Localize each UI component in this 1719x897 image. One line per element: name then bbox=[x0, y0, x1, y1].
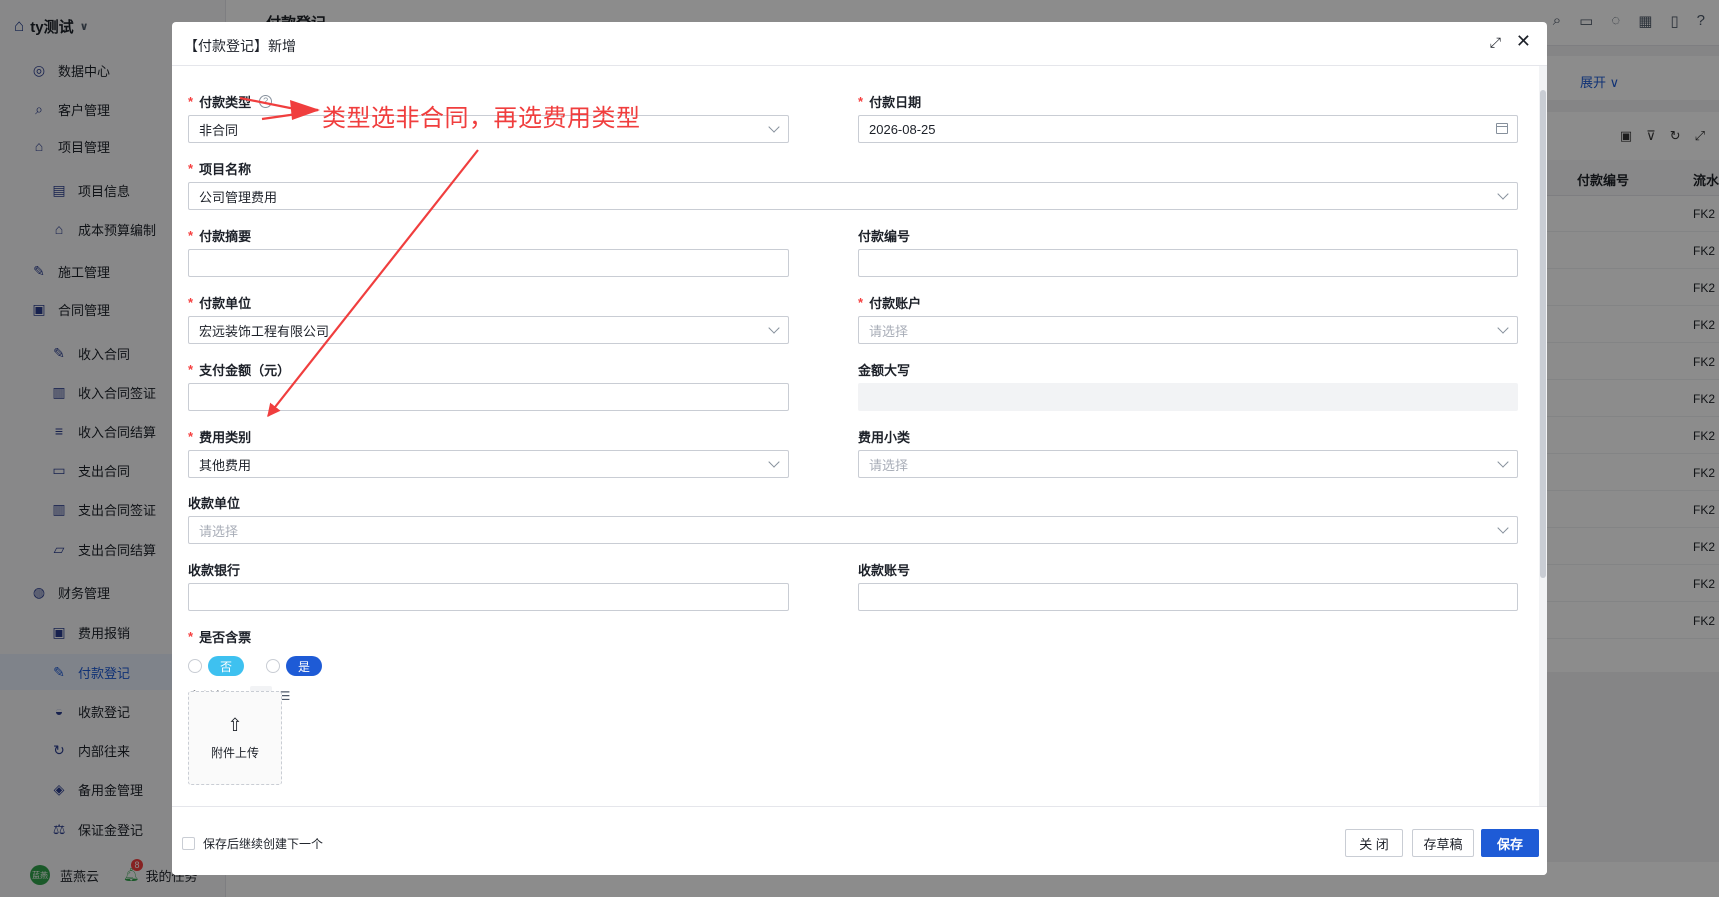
expense-category-label: * 费用类别 bbox=[188, 428, 252, 445]
radio-circle[interactable] bbox=[188, 659, 202, 673]
payee-bank-label: 收款银行 bbox=[188, 562, 241, 578]
amount-upper-label: 金额大写 bbox=[858, 362, 911, 378]
invoice-radio-yes[interactable]: 是 bbox=[266, 656, 323, 676]
dialog-title: 【付款登记】新增 bbox=[184, 38, 296, 54]
dialog-scrollbar-thumb[interactable] bbox=[1540, 90, 1546, 578]
payer-account-select[interactable]: 请选择 bbox=[858, 316, 1518, 344]
payer-unit-select[interactable]: 宏远装饰工程有限公司 bbox=[188, 316, 789, 344]
amount-input[interactable] bbox=[188, 383, 789, 411]
upload-label: 附件上传 bbox=[210, 746, 259, 760]
invoice-yes-tag[interactable]: 是 bbox=[286, 656, 323, 676]
project-name-select[interactable]: 公司管理费用 bbox=[188, 182, 1518, 210]
continue-create-label: 保存后继续创建下一个 bbox=[203, 837, 324, 851]
maximize-icon[interactable]: ⤢ bbox=[1490, 34, 1501, 51]
upload-icon: ⇧ bbox=[227, 715, 243, 735]
attachment-upload[interactable]: ⇧ 附件上传 bbox=[188, 691, 282, 785]
chevron-down-icon bbox=[1497, 322, 1509, 334]
expense-category-select[interactable]: 其他费用 bbox=[188, 450, 789, 478]
expense-subcategory-label: 费用小类 bbox=[858, 429, 911, 445]
close-button[interactable]: 关 闭 bbox=[1345, 829, 1403, 857]
payment-no-label: 付款编号 bbox=[858, 228, 911, 244]
payee-bank-input[interactable] bbox=[188, 583, 789, 611]
dialog-footer: 保存后继续创建下一个 关 闭 存草稿 保存 bbox=[172, 806, 1547, 875]
payment-no-input[interactable] bbox=[858, 249, 1518, 277]
question-icon[interactable]: ? bbox=[259, 94, 273, 108]
calendar-icon bbox=[1496, 123, 1508, 134]
payee-unit-label: 收款单位 bbox=[188, 495, 241, 511]
checkbox[interactable] bbox=[182, 837, 195, 850]
payment-date-label: * 付款日期 bbox=[858, 93, 922, 110]
payee-account-input[interactable] bbox=[858, 583, 1518, 611]
dialog-body: * 付款类型 ? 非合同 * 付款日期 2026-08-25 * 项目名称 公司管理费… bbox=[172, 66, 1547, 806]
includes-invoice-label: * 是否含票 bbox=[188, 628, 252, 645]
close-icon[interactable]: ✕ bbox=[1516, 32, 1531, 50]
save-button[interactable]: 保存 bbox=[1481, 829, 1539, 857]
chevron-down-icon bbox=[768, 456, 780, 468]
dialog-header: 【付款登记】新增 ⤢ ✕ bbox=[172, 22, 1547, 66]
chevron-down-icon bbox=[768, 322, 780, 334]
continue-create-checkbox[interactable]: 保存后继续创建下一个 bbox=[182, 835, 323, 852]
chevron-down-icon bbox=[1497, 456, 1509, 468]
invoice-no-tag[interactable]: 否 bbox=[208, 656, 245, 676]
payee-account-label: 收款账号 bbox=[858, 562, 911, 578]
chevron-down-icon bbox=[768, 121, 780, 133]
annotation-text: 类型选非合同，再选费用类型 bbox=[322, 105, 641, 132]
amount-upper-field bbox=[858, 383, 1518, 411]
payee-unit-select[interactable]: 请选择 bbox=[188, 516, 1518, 544]
payment-date-picker[interactable]: 2026-08-25 bbox=[858, 115, 1518, 143]
save-draft-button[interactable]: 存草稿 bbox=[1412, 829, 1474, 857]
payer-unit-label: * 付款单位 bbox=[188, 294, 252, 311]
invoice-radio-no[interactable]: 否 bbox=[188, 656, 245, 676]
payment-summary-input[interactable] bbox=[188, 249, 789, 277]
payment-type-label: * 付款类型 ? bbox=[188, 92, 273, 110]
radio-circle[interactable] bbox=[266, 659, 280, 673]
expense-subcategory-select[interactable]: 请选择 bbox=[858, 450, 1518, 478]
chevron-down-icon bbox=[1497, 522, 1509, 534]
project-name-label: * 项目名称 bbox=[188, 160, 252, 177]
amount-label: * 支付金额（元） bbox=[188, 361, 291, 378]
payer-account-label: * 付款账户 bbox=[858, 294, 922, 311]
chevron-down-icon bbox=[1497, 188, 1509, 200]
payment-summary-label: * 付款摘要 bbox=[188, 227, 252, 244]
payment-register-dialog: 【付款登记】新增 ⤢ ✕ * 付款类型 ? 非合同 * 付款日期 2026-08-2… bbox=[172, 22, 1547, 875]
